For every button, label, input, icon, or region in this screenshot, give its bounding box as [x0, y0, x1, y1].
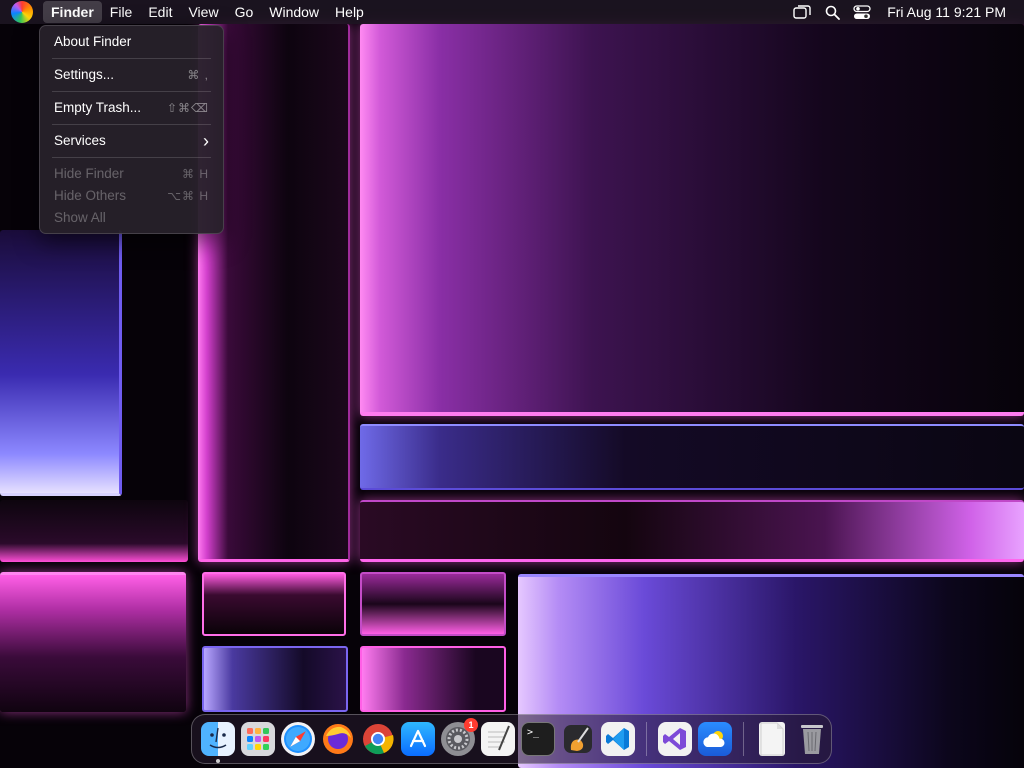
dock: 1 >_: [191, 714, 832, 764]
menu-item-label: Hide Finder: [54, 166, 124, 181]
chrome-icon[interactable]: [361, 722, 395, 756]
terminal-icon[interactable]: >_: [521, 722, 555, 756]
menu-item-label: Show All: [54, 210, 106, 225]
running-indicator: [216, 759, 220, 763]
menu-separator: [52, 58, 211, 59]
control-center-icon[interactable]: [849, 1, 875, 23]
finder-menu-dropdown: About Finder Settings... ⌘ , Empty Trash…: [39, 25, 224, 234]
keyboard-shortcut: ⌥⌘ H: [167, 189, 209, 203]
wallpaper-panel: [360, 646, 506, 712]
keyboard-shortcut: ⇧⌘⌫: [166, 101, 209, 115]
vscode-icon[interactable]: [601, 722, 635, 756]
menu-item-label: Hide Others: [54, 188, 127, 203]
chevron-right-icon: ›: [203, 131, 209, 151]
dock-separator: [743, 722, 744, 756]
menu-separator: [52, 124, 211, 125]
menu-item-about-finder[interactable]: About Finder: [40, 31, 223, 53]
wallpaper-panel: [0, 230, 122, 496]
wallpaper-panel: [360, 24, 1024, 416]
menu-view[interactable]: View: [180, 1, 226, 23]
wallpaper-panel: [360, 572, 506, 636]
wallpaper-panel: [202, 646, 348, 712]
menu-item-services[interactable]: Services ›: [40, 130, 223, 152]
wallpaper-panel: [0, 572, 186, 712]
menu-item-label: About Finder: [54, 34, 132, 49]
menu-item-label: Settings...: [54, 67, 115, 82]
menu-finder[interactable]: Finder: [43, 1, 102, 23]
menu-item-hide-others[interactable]: Hide Others ⌥⌘ H: [40, 185, 223, 207]
search-icon[interactable]: [819, 1, 845, 23]
menu-file[interactable]: File: [102, 1, 141, 23]
status-area: Fri Aug 11 9:21 PM: [789, 1, 1024, 23]
apple-logo[interactable]: [11, 1, 33, 23]
launchpad-icon[interactable]: [241, 722, 275, 756]
visual-studio-icon[interactable]: [658, 722, 692, 756]
wallpaper-panel: [0, 500, 188, 562]
keyboard-shortcut: ⌘ H: [182, 167, 209, 181]
menu-item-hide-finder[interactable]: Hide Finder ⌘ H: [40, 163, 223, 185]
safari-icon[interactable]: [281, 722, 315, 756]
menu-separator: [52, 157, 211, 158]
menu-bar: Finder File Edit View Go Window Help Fri…: [0, 0, 1024, 24]
menu-help[interactable]: Help: [327, 1, 372, 23]
firefox-icon[interactable]: [321, 722, 355, 756]
menu-item-label: Empty Trash...: [54, 100, 142, 115]
menu-go[interactable]: Go: [227, 1, 262, 23]
wallpaper-panel: [360, 500, 1024, 562]
terminal-prompt: >_: [527, 727, 540, 738]
screen-mirroring-icon[interactable]: [789, 1, 815, 23]
menu-item-settings[interactable]: Settings... ⌘ ,: [40, 64, 223, 86]
system-settings-icon[interactable]: 1: [441, 718, 478, 756]
textedit-icon[interactable]: [481, 722, 515, 756]
instruments-icon[interactable]: [561, 722, 595, 756]
dock-separator: [646, 722, 647, 756]
notification-badge: 1: [464, 718, 478, 732]
document-icon[interactable]: [759, 722, 785, 756]
wallpaper-panel: [202, 572, 346, 636]
finder-icon[interactable]: [201, 722, 235, 763]
trash-icon[interactable]: [795, 722, 829, 756]
menu-item-empty-trash[interactable]: Empty Trash... ⇧⌘⌫: [40, 97, 223, 119]
menu-edit[interactable]: Edit: [140, 1, 180, 23]
menu-bar-clock[interactable]: Fri Aug 11 9:21 PM: [887, 4, 1006, 20]
menu-item-show-all[interactable]: Show All: [40, 207, 223, 229]
menu-separator: [52, 91, 211, 92]
keyboard-shortcut: ⌘ ,: [187, 68, 209, 82]
app-store-icon[interactable]: [401, 722, 435, 756]
menu-item-label: Services: [54, 133, 106, 148]
wallpaper-panel: [360, 424, 1024, 490]
weather-icon[interactable]: [698, 722, 732, 756]
menu-window[interactable]: Window: [261, 1, 327, 23]
